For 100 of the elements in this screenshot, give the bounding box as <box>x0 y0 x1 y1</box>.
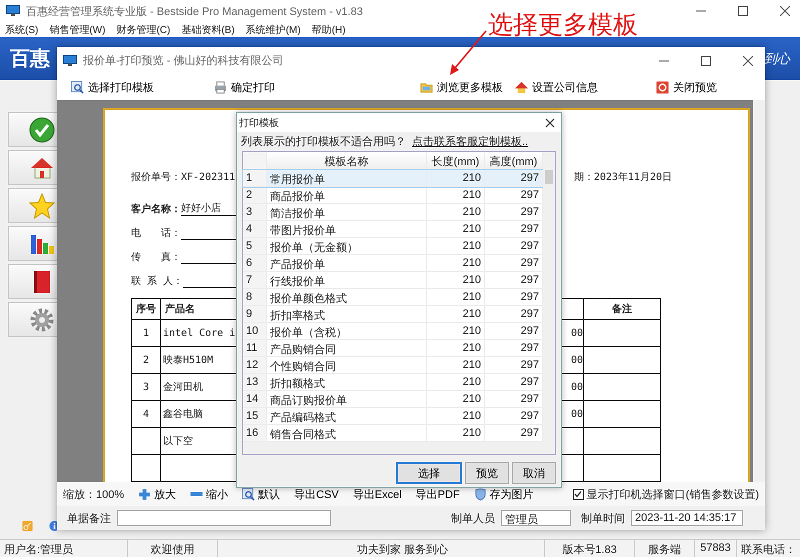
plus-icon <box>138 488 152 500</box>
table-cell-text: 金河田机 <box>162 382 203 393</box>
table-row[interactable]: 13 折扣额格式 210 297 <box>243 374 543 391</box>
time-field[interactable]: 2023-11-20 14:35:17 <box>631 510 743 526</box>
table-cell: 210 <box>427 255 485 271</box>
table-row[interactable]: 4 带图片报价单 210 297 <box>243 221 543 238</box>
status-text: 服务端 <box>635 540 695 557</box>
table-row[interactable]: 1 常用报价单 210 297 <box>243 170 543 187</box>
printer-dialog-checkbox[interactable]: 显示打印机选择窗口(销售参数设置) <box>572 486 759 502</box>
close-icon[interactable] <box>780 6 790 16</box>
toolbar-button[interactable]: 确定打印 <box>214 80 275 94</box>
table-cell: 210 <box>427 408 485 424</box>
maximize-icon[interactable] <box>738 6 748 16</box>
table-cell: 带图片报价单 <box>267 221 427 237</box>
menu-item[interactable]: 基础资料(B) <box>181 22 235 36</box>
table-cell: 210 <box>427 340 485 356</box>
table-row[interactable]: 10 报价单（含税） 210 297 <box>243 323 543 340</box>
toolbar-button[interactable]: 导出CSV <box>294 486 339 502</box>
menu-item[interactable]: 帮助(H) <box>312 22 346 36</box>
toolbar-button[interactable]: 导出Excel <box>352 486 402 502</box>
toolbar-button[interactable]: 设置公司信息 <box>515 80 598 94</box>
table-row[interactable]: 11 产品购销合同 210 297 <box>243 340 543 357</box>
table-row[interactable]: 3 简洁报价单 210 297 <box>243 204 543 221</box>
row-number: 2 <box>243 187 267 203</box>
row-number: 4 <box>243 221 267 237</box>
sidebar-button[interactable] <box>8 112 58 147</box>
window-title: 百惠经营管理系统专业版 - Bestside Pro Management System - v1.83 <box>26 4 363 18</box>
dialog-button[interactable]: 选择 <box>396 462 462 484</box>
table-cell-text: intel Core i <box>162 328 236 338</box>
table-row[interactable]: 2 商品报价单 210 297 <box>243 187 543 204</box>
menu-item[interactable]: 销售管理(W) <box>49 22 106 36</box>
table-cell: 210 <box>427 374 485 390</box>
toolbar-button[interactable]: 选择打印模板 <box>71 80 154 94</box>
close-icon[interactable] <box>743 56 753 66</box>
row-number: 11 <box>243 340 267 356</box>
toolbar-button[interactable]: 关闭预览 <box>656 80 717 94</box>
field-label: 制单时间 <box>581 512 625 526</box>
annotation-text: 选择更多模板 <box>488 10 638 39</box>
status-text: 联系电话： <box>740 542 797 557</box>
slogan: 到心 <box>764 50 790 68</box>
check-icon <box>29 116 55 142</box>
toolbar-button[interactable]: 导出PDF <box>416 486 460 502</box>
prompt-text: 列表展示的打印模板不适合用吗？ <box>241 135 406 149</box>
maker-field[interactable]: 管理员 <box>501 510 571 526</box>
quote-number: 报价单号：XF-202311 <box>131 170 236 184</box>
row-number: 6 <box>243 255 267 271</box>
dialog-button[interactable]: 预览 <box>465 462 509 484</box>
table-row[interactable]: 15 产品编码格式 210 297 <box>243 408 543 425</box>
column-header: 序号 <box>132 298 160 320</box>
table-cell: 简洁报价单 <box>267 204 427 220</box>
table-cell: 210 <box>427 289 485 305</box>
table-row[interactable]: 8 报价单颜色格式 210 297 <box>243 289 543 306</box>
printer-icon <box>214 80 227 94</box>
table-cell: 产品购销合同 <box>267 340 427 356</box>
menu-item[interactable]: 系统维护(M) <box>246 22 301 36</box>
column-header: 备注 <box>584 298 660 320</box>
folder-icon <box>420 80 433 94</box>
table-cell: 210 <box>427 221 485 237</box>
table-cell: 销售合同格式 <box>267 425 427 441</box>
row-number: 13 <box>243 374 267 390</box>
status-text: 欢迎使用 <box>128 540 218 557</box>
table-cell: 210 <box>427 272 485 288</box>
row-number: 8 <box>243 289 267 305</box>
table-row[interactable]: 5 报价单（无金额） 210 297 <box>243 238 543 255</box>
dialog-button[interactable]: 取消 <box>512 462 556 484</box>
status-text: 用户名:管理员 <box>0 540 128 557</box>
table-row[interactable]: 6 产品报价单 210 297 <box>243 255 543 272</box>
table-cell: 个性购销合同 <box>267 357 427 373</box>
star-icon <box>29 192 55 218</box>
row-number: 9 <box>243 306 267 322</box>
table-row[interactable]: 14 商品订购报价单 210 297 <box>243 391 543 408</box>
status-text: 57883 <box>695 540 737 557</box>
contact-link[interactable]: 点击联系客服定制模板.. <box>412 134 528 149</box>
toolbar-button[interactable]: 存为图片 <box>474 486 534 502</box>
checkbox[interactable] <box>572 488 584 500</box>
toolbar-button[interactable]: 浏览更多模板 <box>420 80 503 94</box>
menu-item[interactable]: 财务管理(C) <box>116 22 170 36</box>
scrollbar[interactable] <box>753 100 765 482</box>
table-cell: 210 <box>427 323 485 339</box>
scrollbar[interactable] <box>543 152 555 442</box>
table-cell: 210 <box>427 204 485 220</box>
table-row[interactable]: 7 行线报价单 210 297 <box>243 272 543 289</box>
quote-date: 期：2023年11月20日 <box>574 170 672 184</box>
toolbar-button[interactable]: 放大 <box>138 486 176 502</box>
sidebar-button[interactable] <box>8 264 58 299</box>
gear-icon <box>29 306 55 332</box>
table-row[interactable]: 12 个性购销合同 210 297 <box>243 357 543 374</box>
remark-field[interactable] <box>117 510 331 526</box>
row-number: 14 <box>243 391 267 407</box>
toolbar-button[interactable]: 缩小 <box>190 486 228 502</box>
maximize-icon[interactable] <box>701 56 711 66</box>
table-row[interactable]: 9 折扣率格式 210 297 <box>243 306 543 323</box>
menu-item[interactable]: 系统(S) <box>5 22 38 36</box>
field-label: 单据备注 <box>67 512 111 526</box>
close-icon[interactable] <box>545 118 555 128</box>
sidebar-button[interactable] <box>8 226 58 261</box>
sidebar-button[interactable] <box>8 150 58 185</box>
table-cell: 报价单（含税） <box>267 323 427 339</box>
scrollbar[interactable] <box>242 442 556 455</box>
status-text: 功夫到家 服务到心 <box>218 540 545 557</box>
